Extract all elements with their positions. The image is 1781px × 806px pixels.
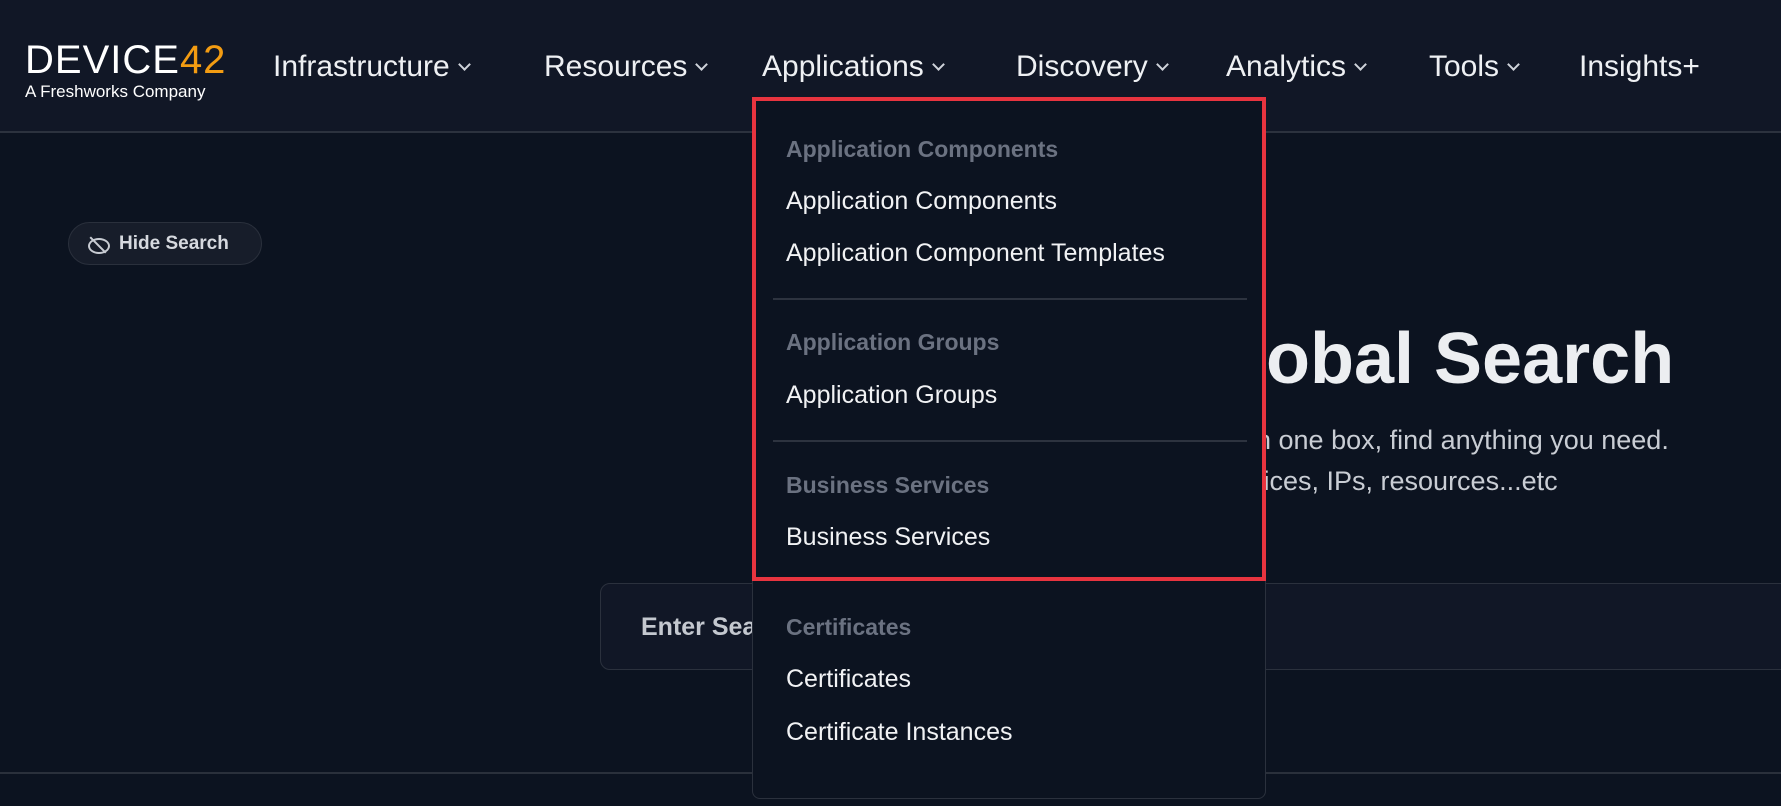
nav-label: Tools xyxy=(1429,50,1500,83)
menu-divider xyxy=(773,298,1247,300)
nav-tools[interactable]: Tools xyxy=(1429,50,1520,84)
menu-item-certificates[interactable]: Certificates xyxy=(786,665,911,694)
chevron-down-icon xyxy=(1507,57,1520,71)
menu-item-application-groups[interactable]: Application Groups xyxy=(786,381,997,410)
nav-label: Resources xyxy=(544,50,688,83)
hide-search-label: Hide Search xyxy=(119,232,229,254)
logo-tagline: A Freshworks Company xyxy=(25,82,206,101)
menu-item-business-services[interactable]: Business Services xyxy=(786,523,990,552)
logo-text: DEVICE xyxy=(25,38,180,82)
nav-discovery[interactable]: Discovery xyxy=(1016,50,1169,84)
menu-item-application-component-templates[interactable]: Application Component Templates xyxy=(786,239,1165,268)
nav-resources[interactable]: Resources xyxy=(544,50,709,84)
logo-number: 42 xyxy=(179,38,227,82)
section-header-business-services: Business Services xyxy=(786,472,990,498)
menu-item-application-components[interactable]: Application Components xyxy=(786,187,1057,216)
menu-item-certificate-instances[interactable]: Certificate Instances xyxy=(786,718,1013,747)
nav-label: Discovery xyxy=(1016,50,1148,83)
applications-dropdown-menu: Application Components Application Compo… xyxy=(752,97,1266,799)
section-header-application-groups: Application Groups xyxy=(786,329,1000,355)
nav-label: Analytics xyxy=(1226,50,1347,83)
nav-label: Applications xyxy=(762,50,924,83)
subtitle-line-1: in one box, find anything you need. xyxy=(1250,425,1669,455)
section-header-application-components: Application Components xyxy=(786,136,1059,162)
chevron-down-icon xyxy=(457,57,471,71)
page-title: lobal Search xyxy=(1246,319,1675,399)
eye-slash-icon xyxy=(87,236,110,254)
hide-search-button[interactable]: Hide Search xyxy=(68,222,262,265)
nav-label: Infrastructure xyxy=(273,50,450,83)
nav-label: Insights+ xyxy=(1579,50,1700,83)
nav-applications[interactable]: Applications xyxy=(762,50,945,84)
chevron-down-icon xyxy=(931,57,945,71)
device42-logo[interactable]: DEVICE42 A Freshworks Company xyxy=(25,40,240,102)
chevron-down-icon xyxy=(1155,57,1169,71)
chevron-down-icon xyxy=(695,57,709,71)
nav-analytics[interactable]: Analytics xyxy=(1226,50,1367,84)
section-header-certificates: Certificates xyxy=(786,614,912,640)
subtitle-line-2: vices, IPs, resources...etc xyxy=(1250,466,1558,496)
nav-insights[interactable]: Insights+ xyxy=(1579,50,1700,84)
menu-divider xyxy=(773,440,1247,442)
nav-infrastructure[interactable]: Infrastructure xyxy=(273,50,471,84)
chevron-down-icon xyxy=(1354,57,1367,71)
